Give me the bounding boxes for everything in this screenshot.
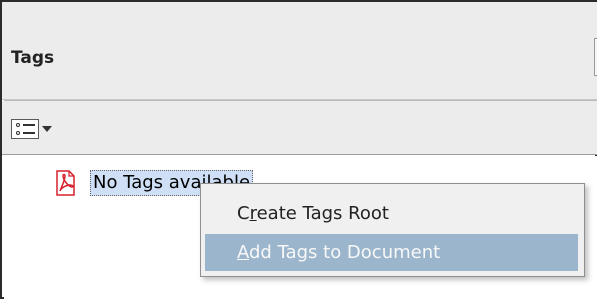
pdf-icon [56, 170, 75, 196]
menu-item-label: Create Tags Root [237, 203, 389, 224]
panel-toolbar [2, 101, 597, 155]
chevron-down-icon [42, 126, 52, 132]
menu-item-label: Add Tags to Document [237, 242, 441, 263]
tag-options-icon [11, 119, 39, 139]
panel-header: Tags [2, 2, 597, 100]
panel-title: Tags [11, 48, 55, 68]
menu-item-add-tags-to-document[interactable]: Add Tags to Document [205, 234, 578, 271]
menu-item-create-tags-root[interactable]: Create Tags Root [205, 195, 578, 232]
context-menu: Create Tags Root Add Tags to Document [200, 183, 585, 277]
options-dropdown-button[interactable] [11, 117, 63, 141]
